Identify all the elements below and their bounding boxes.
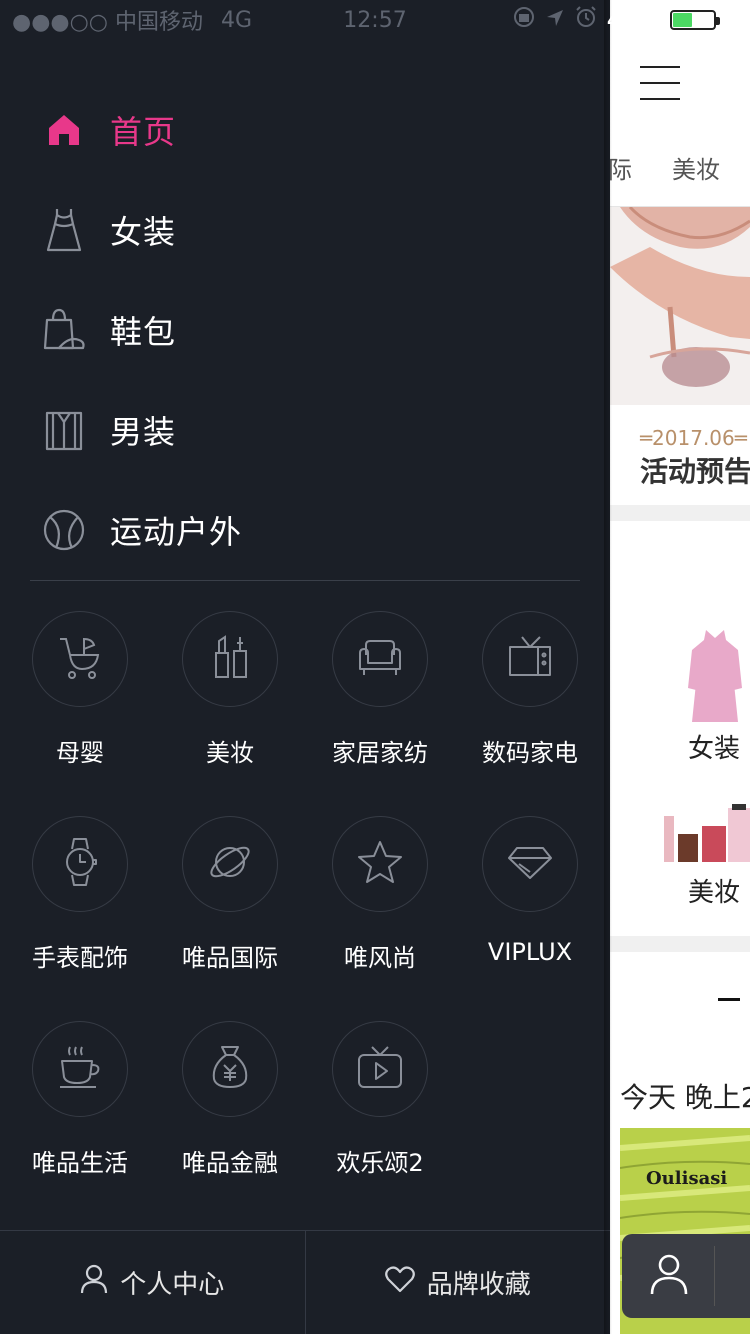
grid-item-cosmetics[interactable]: 美妆	[155, 611, 305, 768]
main-page-peek[interactable]: 际 美妆 ═2017.06═ 活动预告 女装 美妆 今天 晚上2 Oulisas	[610, 0, 750, 1334]
grid-item-vip-fashion[interactable]: 唯风尚	[305, 816, 455, 973]
brand-favorites-button[interactable]: 品牌收藏	[304, 1231, 611, 1334]
grid-item-circle	[32, 816, 128, 912]
battery-percent: 45%	[606, 6, 660, 34]
sofa-icon	[356, 635, 404, 683]
tv-play-icon	[356, 1043, 404, 1095]
section-gap	[610, 505, 750, 521]
grid-item-circle	[332, 816, 428, 912]
network-label: 4G	[220, 7, 253, 33]
grid-item-circle	[332, 611, 428, 707]
nav-item-women[interactable]: 女装	[40, 195, 176, 265]
nav-item-label: 运动户外	[110, 513, 243, 551]
grid-item-label: 唯风尚	[344, 944, 416, 972]
nav-item-shoes-bags[interactable]: 鞋包	[40, 295, 176, 365]
coffee-cup-icon	[56, 1043, 104, 1095]
money-bag-icon	[208, 1043, 252, 1095]
rotation-lock-icon	[513, 6, 535, 34]
stroller-icon	[56, 633, 104, 685]
grid-item-home-textile[interactable]: 家居家纺	[305, 611, 455, 768]
grid-item-viplux[interactable]: VIPLUX	[455, 816, 605, 966]
drawer-shadow	[604, 0, 612, 1334]
drawer-bottom-bar: 个人中心 品牌收藏	[0, 1230, 610, 1334]
battery-icon	[670, 10, 720, 30]
grid-item-label: 数码家电	[482, 739, 578, 767]
grid-item-ode-to-joy[interactable]: 欢乐颂2	[305, 1021, 455, 1178]
grid-item-circle	[32, 611, 128, 707]
grid-item-label: 唯品生活	[32, 1149, 128, 1177]
grid-item-label: 唯品金融	[182, 1149, 278, 1177]
nav-item-label: 女装	[110, 213, 177, 251]
category-tabs: 际 美妆	[610, 150, 720, 185]
float-separator	[714, 1246, 715, 1306]
grid-item-label: 母婴	[56, 739, 104, 767]
ball-icon	[40, 506, 88, 554]
grid-item-digital[interactable]: 数码家电	[455, 611, 605, 768]
profile-center-button[interactable]: 个人中心	[0, 1231, 305, 1334]
alarm-icon	[575, 6, 597, 34]
tab-international[interactable]: 际	[610, 150, 632, 185]
product-brand-logo: Oulisasi	[646, 1168, 728, 1189]
grid-item-label: 美妆	[206, 739, 254, 767]
grid-item-circle	[482, 611, 578, 707]
dress-icon	[40, 206, 88, 254]
grid-item-label: 手表配饰	[32, 944, 128, 972]
event-date: ═2017.06═	[640, 426, 747, 450]
nav-item-home[interactable]: 首页	[40, 95, 176, 165]
star-icon	[356, 839, 404, 889]
home-icon	[40, 106, 88, 154]
bag-icon	[40, 306, 88, 354]
grid-item-vip-finance[interactable]: 唯品金融	[155, 1021, 305, 1178]
charging-icon	[726, 6, 738, 34]
cosmetics-thumbnail[interactable]	[662, 804, 750, 866]
nav-item-label: 男装	[110, 413, 177, 451]
menu-icon[interactable]	[640, 66, 680, 114]
brand-favorites-label: 品牌收藏	[426, 1270, 531, 1300]
profile-center-label: 个人中心	[120, 1270, 225, 1300]
category-women-label: 女装	[688, 734, 741, 764]
grid-item-watches[interactable]: 手表配饰	[5, 816, 155, 973]
carrier-label: ●●●○○ 中国移动	[12, 10, 203, 35]
watch-icon	[60, 837, 100, 891]
planet-icon	[206, 838, 254, 890]
float-user-icon[interactable]	[650, 1253, 688, 1299]
location-icon	[545, 6, 565, 34]
nav-item-sports-outdoor[interactable]: 运动户外	[40, 495, 242, 565]
user-icon	[80, 1264, 108, 1301]
status-bar: ●●●○○ 中国移动 4G 12:57 45%	[0, 0, 750, 40]
grid-item-label: 欢乐颂2	[336, 1149, 424, 1177]
nav-item-men[interactable]: 男装	[40, 395, 176, 465]
grid-item-circle	[182, 816, 278, 912]
section-gap	[610, 936, 750, 952]
grid-item-circle	[332, 1021, 428, 1117]
dress-thumbnail[interactable]	[686, 628, 744, 728]
tv-icon	[506, 635, 554, 683]
nav-item-label: 首页	[110, 113, 177, 151]
nav-divider	[30, 580, 580, 581]
diamond-icon	[507, 842, 553, 886]
grid-item-vip-life[interactable]: 唯品生活	[5, 1021, 155, 1178]
side-drawer: 首页 女装 鞋包 男装 运动户外 母婴 美妆 家居家纺 数码家电 手表配饰 唯品…	[0, 0, 610, 1334]
cosmetics-icon	[208, 633, 252, 685]
grid-item-label: 家居家纺	[332, 739, 428, 767]
heart-icon	[384, 1265, 415, 1300]
promo-banner-image[interactable]	[610, 207, 750, 405]
grid-item-label: VIPLUX	[487, 938, 573, 966]
event-notice-title: 活动预告	[640, 455, 750, 488]
shirt-icon	[40, 406, 88, 454]
nav-item-label: 鞋包	[110, 313, 177, 351]
grid-item-label: 唯品国际	[182, 944, 278, 972]
grid-item-circle	[182, 1021, 278, 1117]
section-title-dash	[718, 998, 740, 1001]
grid-item-circle	[482, 816, 578, 912]
schedule-label: 今天 晚上2	[620, 1081, 750, 1114]
grid-item-circle	[182, 611, 278, 707]
floating-toolbar	[622, 1234, 750, 1318]
grid-item-circle	[32, 1021, 128, 1117]
grid-item-baby[interactable]: 母婴	[5, 611, 155, 768]
grid-item-vip-international[interactable]: 唯品国际	[155, 816, 305, 973]
tab-cosmetics[interactable]: 美妆	[672, 150, 720, 185]
category-cosmetics-label: 美妆	[688, 878, 741, 908]
